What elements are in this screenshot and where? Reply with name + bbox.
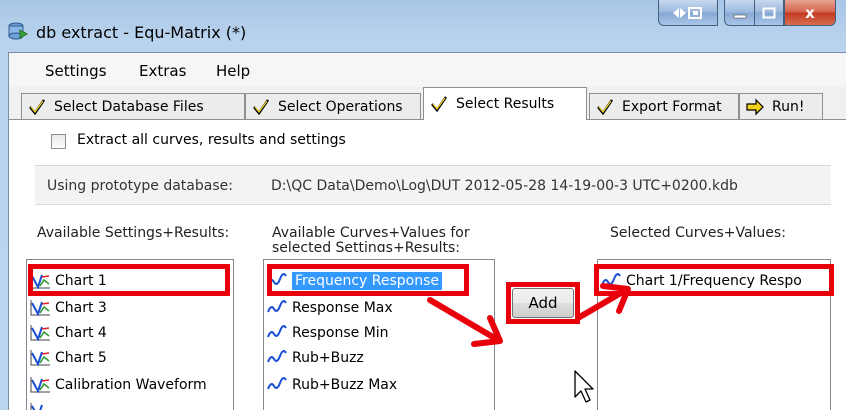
mouse-pointer-icon <box>574 370 594 403</box>
arrow-to-selected-icon <box>575 283 631 321</box>
annotation-arrows <box>427 283 631 347</box>
arrow-to-add-icon <box>427 297 503 347</box>
